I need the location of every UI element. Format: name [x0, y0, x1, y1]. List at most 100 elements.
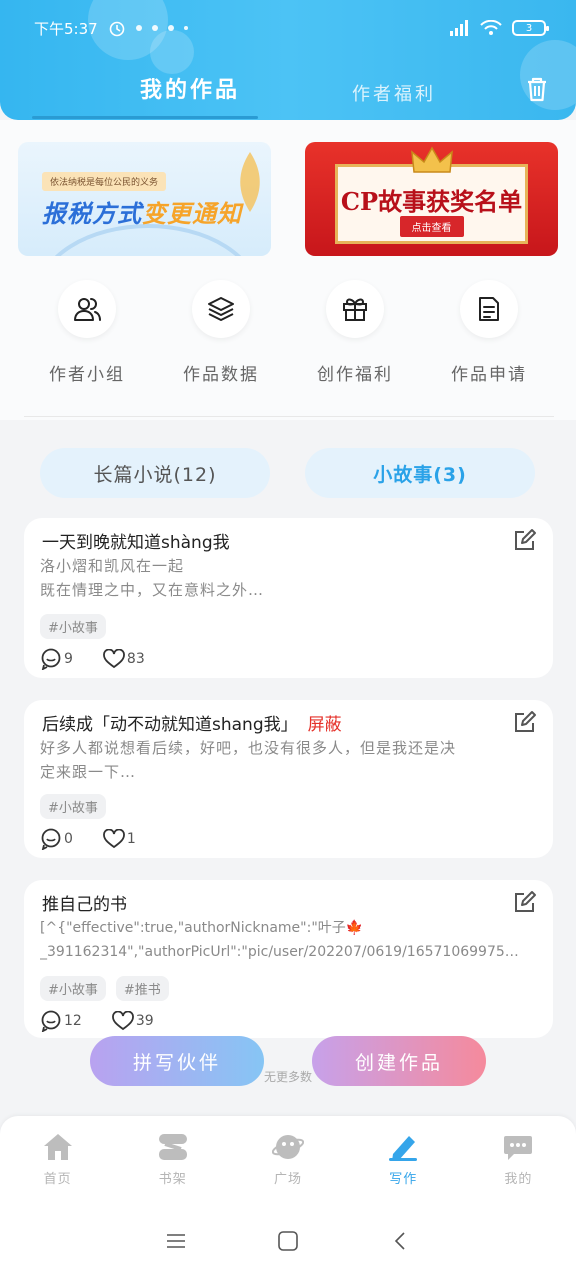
tab-long-novels[interactable]: 长篇小说(12)	[40, 448, 270, 498]
story-title: 后续成「动不动就知道shang我」	[42, 715, 298, 735]
story-stats: 9 83	[40, 648, 145, 670]
banner-tax-notice[interactable]: 依法纳税是每位公民的义务 报税方式变更通知	[18, 142, 271, 256]
heart-icon	[103, 649, 125, 669]
story-desc-line: 洛小熠和凯风在一起	[40, 557, 185, 575]
like-count-value: 39	[135, 1013, 154, 1029]
story-tags: #小故事 #推书	[40, 976, 169, 1001]
users-icon	[74, 298, 101, 321]
story-description: 洛小熠和凯风在一起 既在情理之中，又在意料之外…	[40, 554, 537, 602]
comment-icon	[41, 1010, 61, 1032]
trash-icon[interactable]	[522, 74, 552, 104]
story-tag[interactable]: #推书	[115, 976, 169, 1001]
comment-count[interactable]: 12	[40, 1010, 82, 1032]
quick-action-work-data[interactable]: 作品数据	[161, 280, 281, 385]
nav-writing[interactable]: 写作	[346, 1116, 461, 1202]
story-tags: #小故事	[40, 614, 106, 639]
banner-tax-title: 报税方式变更通知	[42, 194, 242, 229]
story-card[interactable]: 推自己的书 [^{"effective":true,"authorNicknam…	[24, 880, 553, 1038]
signal-icon	[450, 20, 468, 36]
banner-cp-awards[interactable]: CP故事获奖名单 点击查看	[305, 142, 558, 256]
tab-my-works[interactable]: 我的作品	[140, 72, 240, 104]
like-count-value: 1	[126, 831, 136, 847]
writing-partner-button[interactable]: 拼写伙伴	[90, 1036, 264, 1086]
story-tag[interactable]: #小故事	[40, 614, 106, 639]
banner-tax-title-b: 变更通知	[142, 200, 242, 228]
comment-count[interactable]: 0	[40, 828, 73, 850]
nav-label: 写作	[389, 1172, 418, 1187]
quick-action-label: 创作福利	[317, 365, 393, 385]
battery-level: 3	[525, 22, 533, 34]
nav-mine[interactable]: 我的	[461, 1116, 576, 1202]
gift-icon	[343, 298, 367, 321]
edit-icon[interactable]	[513, 710, 537, 734]
story-stats: 0 1	[40, 828, 136, 850]
status-time: 下午5:37	[34, 19, 98, 38]
tab-indicator	[32, 116, 258, 119]
nav-square[interactable]: 广场	[230, 1116, 345, 1202]
tab-author-benefits[interactable]: 作者福利	[352, 80, 436, 106]
story-description: 好多人都说想看后续，好吧，也没有很多人，但是我还是决 定来跟一下…	[40, 736, 537, 784]
crown-icon	[410, 146, 453, 173]
story-desc-line: [^{"effective":true,"authorNickname":"叶子…	[40, 920, 364, 936]
document-icon	[479, 297, 499, 321]
nav-label: 书架	[158, 1172, 187, 1187]
back-icon[interactable]	[389, 1230, 411, 1252]
battery-icon: 3	[512, 20, 549, 36]
story-card[interactable]: 一天到晚就知道shàng我 洛小熠和凯风在一起 既在情理之中，又在意料之外… #…	[24, 518, 553, 678]
nav-home[interactable]: 首页	[0, 1116, 115, 1202]
story-tag[interactable]: #小故事	[40, 794, 106, 819]
tab-short-stories[interactable]: 小故事(3)	[305, 448, 535, 498]
story-title: 推自己的书	[42, 895, 127, 915]
story-tag[interactable]: #小故事	[40, 976, 106, 1001]
comment-count-value: 9	[64, 651, 73, 667]
quick-action-author-group[interactable]: 作者小组	[27, 280, 147, 385]
alarm-icon	[109, 21, 124, 37]
status-badge: 屏蔽	[307, 715, 342, 735]
divider	[24, 416, 554, 417]
create-work-button[interactable]: 创建作品	[312, 1036, 486, 1086]
nav-bookshelf[interactable]: 书架	[115, 1116, 230, 1202]
bottom-nav: 首页 书架 广场 写作 我的	[0, 1116, 576, 1202]
comment-count-value: 12	[64, 1013, 82, 1029]
status-bar: 下午5:37 3	[34, 14, 549, 42]
quick-action-label: 作品数据	[183, 365, 259, 385]
banner-tax-title-a: 报税方式	[42, 200, 142, 228]
heart-icon	[111, 1011, 134, 1031]
story-desc-line: 既在情理之中，又在意料之外…	[40, 581, 265, 599]
story-desc-line: _391162314","authorPicUrl":"pic/user/202…	[40, 944, 519, 960]
heart-icon	[103, 829, 125, 849]
planet-icon	[272, 1135, 304, 1159]
menu-icon[interactable]	[165, 1232, 187, 1250]
chat-icon	[504, 1136, 533, 1160]
like-count[interactable]: 83	[103, 649, 145, 669]
edit-icon[interactable]	[513, 890, 537, 914]
system-navigation-bar	[0, 1202, 576, 1280]
quick-action-circle	[460, 280, 518, 338]
edit-icon[interactable]	[513, 528, 537, 552]
story-desc-line: 好多人都说想看后续，好吧，也没有很多人，但是我还是决	[40, 739, 457, 757]
like-count[interactable]: 1	[103, 829, 136, 849]
like-count-value: 83	[126, 651, 145, 667]
quick-action-circle	[192, 280, 250, 338]
comment-count[interactable]: 9	[40, 648, 73, 670]
nav-label: 广场	[274, 1172, 303, 1187]
like-count[interactable]: 39	[111, 1011, 154, 1031]
quick-action-creation-benefits[interactable]: 创作福利	[295, 280, 415, 385]
nav-label: 我的	[504, 1172, 533, 1187]
story-stats: 12 39	[40, 1010, 154, 1032]
story-card[interactable]: 后续成「动不动就知道shang我」 屏蔽 好多人都说想看后续，好吧，也没有很多人，…	[24, 700, 553, 858]
notification-dot-icon	[167, 25, 174, 31]
quick-action-circle	[58, 280, 116, 338]
story-desc-line: 定来跟一下…	[40, 763, 137, 781]
banner-cp-button[interactable]: 点击查看	[399, 216, 464, 237]
quick-action-circle	[326, 280, 384, 338]
app-header: 下午5:37 3 我的作品 作者福利	[0, 0, 576, 120]
comment-icon	[41, 648, 61, 670]
comment-icon	[41, 828, 61, 850]
home-square-icon[interactable]	[277, 1230, 299, 1252]
no-more-text: 无更多数	[263, 1070, 312, 1084]
banner-tax-subtitle: 依法纳税是每位公民的义务	[42, 172, 167, 191]
bookshelf-icon	[158, 1134, 187, 1160]
quick-action-work-application[interactable]: 作品申请	[429, 280, 549, 385]
notification-dot-icon	[183, 26, 188, 30]
